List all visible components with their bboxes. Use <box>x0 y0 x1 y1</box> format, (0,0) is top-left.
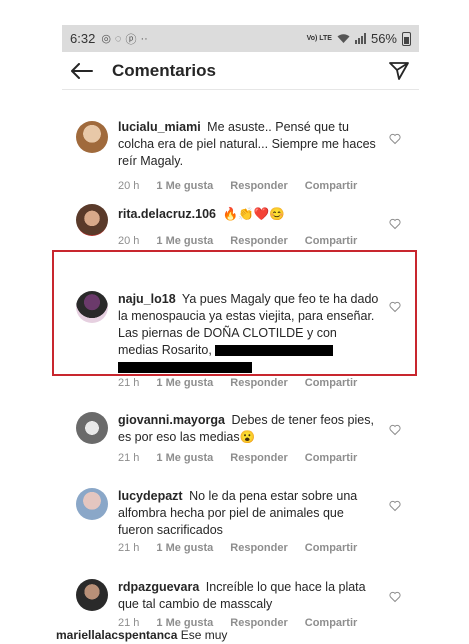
heart-icon[interactable] <box>389 591 401 603</box>
share-comment-button[interactable]: Compartir <box>305 235 358 247</box>
comment-body: lucydepazt No le da pena estar sobre una… <box>118 488 380 539</box>
paper-plane-icon <box>389 61 409 80</box>
comment-time: 21 h <box>118 377 140 389</box>
reply-button[interactable]: Responder <box>230 542 287 554</box>
whatsapp-icon: ◎ <box>101 33 111 45</box>
share-comment-button[interactable]: Compartir <box>305 452 358 464</box>
comment-text: Ese muy <box>180 628 228 642</box>
comment-username[interactable]: rdpazguevara <box>118 580 199 594</box>
likes-count[interactable]: 1 Me gusta <box>156 542 213 554</box>
avatar[interactable] <box>76 121 108 153</box>
back-button[interactable] <box>62 62 102 79</box>
status-notification-icons: ◎ ◌ ⓟ ·· <box>101 31 147 47</box>
share-comment-button[interactable]: Compartir <box>305 542 358 554</box>
avatar[interactable] <box>76 204 108 236</box>
comment-meta: 21 h 1 Me gusta Responder Compartir <box>118 452 374 464</box>
comment-time: 20 h <box>118 235 140 247</box>
app-bar: Comentarios <box>62 52 419 90</box>
comment-meta: 21 h 1 Me gusta Responder Compartir <box>118 542 374 554</box>
comment-text: 🔥👏❤️😊 <box>222 207 285 221</box>
reply-button[interactable]: Responder <box>230 452 287 464</box>
sync-icon: ◌ <box>114 32 122 45</box>
reply-button[interactable]: Responder <box>230 377 287 389</box>
more-dots-icon: ·· <box>140 32 148 45</box>
comment-body: lucialu_miami Me asuste.. Pensé que tu c… <box>118 119 380 170</box>
comment-body: giovanni.mayorga Debes de tener feos pie… <box>118 412 380 446</box>
signal-icon <box>354 33 366 44</box>
reply-button[interactable]: Responder <box>230 235 287 247</box>
comment-time: 21 h <box>118 452 140 464</box>
partial-comment: mariellalacspentanca Ese muy <box>56 628 227 642</box>
wifi-icon <box>337 34 350 43</box>
avatar[interactable] <box>76 579 108 611</box>
battery-icon <box>402 31 411 46</box>
comment-time: 21 h <box>118 542 140 554</box>
battery-percent: 56% <box>370 31 397 46</box>
direct-share-button[interactable] <box>379 61 419 81</box>
likes-count[interactable]: 1 Me gusta <box>156 180 213 192</box>
likes-count[interactable]: 1 Me gusta <box>156 452 213 464</box>
arrow-left-icon <box>71 62 93 79</box>
comment-body: rita.delacruz.106 🔥👏❤️😊 <box>118 206 380 223</box>
status-time: 6:32 <box>70 31 96 46</box>
heart-icon[interactable] <box>389 424 401 436</box>
share-comment-button[interactable]: Compartir <box>305 377 358 389</box>
likes-count[interactable]: 1 Me gusta <box>156 377 213 389</box>
comment-body: rdpazguevara Increíble lo que hace la pl… <box>118 579 380 613</box>
pinterest-icon: ⓟ <box>125 33 137 46</box>
comment-meta: 20 h 1 Me gusta Responder Compartir <box>118 180 374 192</box>
comment-meta: 21 h 1 Me gusta Responder Compartir <box>118 377 374 389</box>
comment-username[interactable]: giovanni.mayorga <box>118 413 225 427</box>
avatar[interactable] <box>76 412 108 444</box>
comment-meta: 20 h 1 Me gusta Responder Compartir <box>118 235 374 247</box>
status-bar: 6:32 ◎ ◌ ⓟ ·· Vo) LTE 56% <box>62 25 419 52</box>
share-comment-button[interactable]: Compartir <box>305 617 358 629</box>
share-comment-button[interactable]: Compartir <box>305 180 358 192</box>
comment-username[interactable]: rita.delacruz.106 <box>118 207 216 221</box>
comment-username[interactable]: lucialu_miami <box>118 120 201 134</box>
reply-button[interactable]: Responder <box>230 180 287 192</box>
volte-indicator: Vo) LTE <box>306 35 332 42</box>
comment-username[interactable]: mariellalacspentanca <box>56 628 177 642</box>
heart-icon[interactable] <box>389 133 401 145</box>
page-title: Comentarios <box>112 60 216 80</box>
reply-button[interactable]: Responder <box>230 617 287 629</box>
likes-count[interactable]: 1 Me gusta <box>156 235 213 247</box>
heart-icon[interactable] <box>389 500 401 512</box>
avatar[interactable] <box>76 488 108 520</box>
comment-username[interactable]: lucydepazt <box>118 489 183 503</box>
heart-icon[interactable] <box>389 218 401 230</box>
comment-time: 20 h <box>118 180 140 192</box>
highlight-box <box>52 250 417 376</box>
